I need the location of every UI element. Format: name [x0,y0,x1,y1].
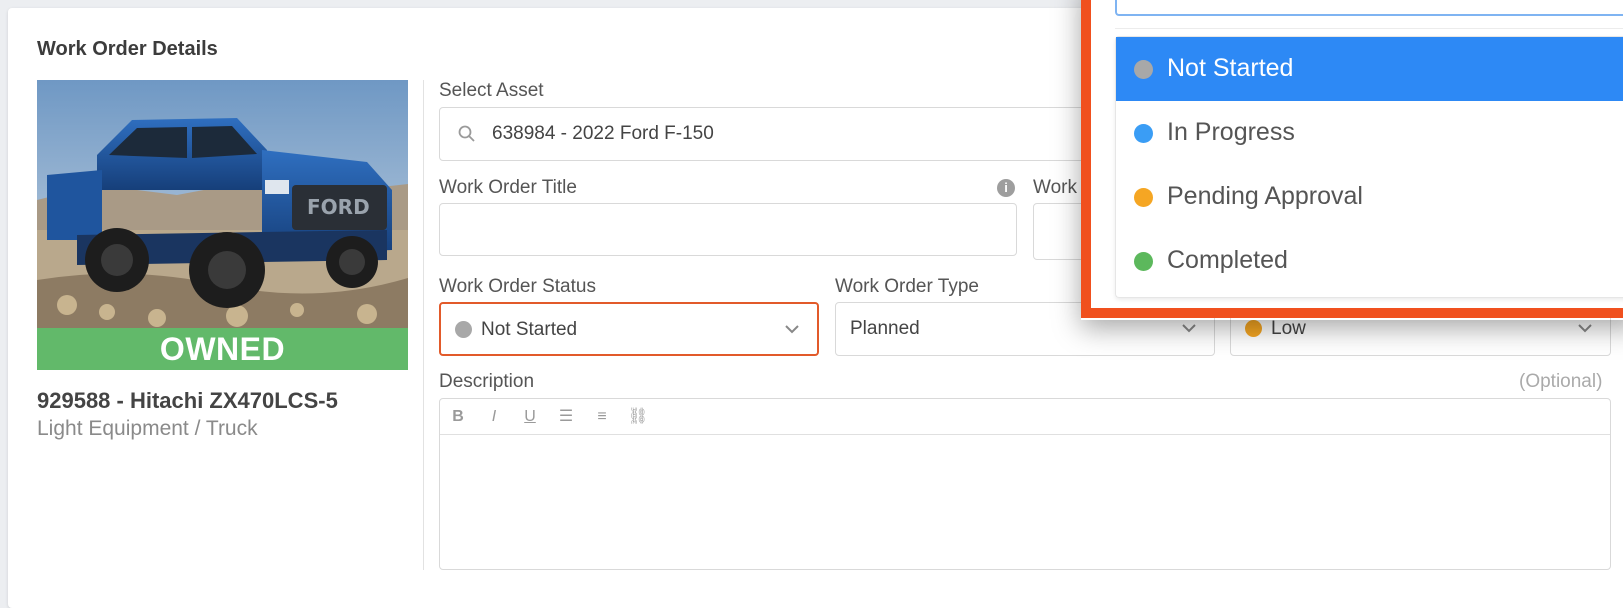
work-order-status-value: Not Started [481,319,578,340]
status-option-completed[interactable]: Completed [1116,229,1623,293]
dropdown-separator [1115,28,1623,29]
page-title: Work Order Details [37,38,218,60]
underline-icon[interactable]: U [518,405,542,429]
work-order-status-label: Work Order Status [439,276,596,297]
chevron-down-icon [1182,324,1196,333]
description-editor[interactable]: B I U ☰ ≡ ⛓ [439,398,1611,570]
priority-dot-icon [1245,320,1262,337]
asset-name: 929588 - Hitachi ZX470LCS-5 [37,388,338,413]
option-label: In Progress [1167,118,1295,146]
editor-toolbar: B I U ☰ ≡ ⛓ [440,399,1610,435]
work-order-title-label: Work Order Title [439,177,577,198]
status-dot-icon [1134,60,1153,79]
status-dot-icon [1134,252,1153,271]
chevron-down-icon [1578,324,1592,333]
dropdown-search-field[interactable] [1115,0,1623,16]
search-icon [458,125,476,148]
status-dot-icon [1134,188,1153,207]
ownership-banner: OWNED [37,328,408,370]
optional-hint: (Optional) [1519,371,1603,392]
option-label: Completed [1167,246,1288,274]
truck-image: FORD [37,80,408,328]
bold-icon[interactable]: B [446,405,470,429]
work-order-title-input[interactable] [439,203,1017,256]
asset-category: Light Equipment / Truck [37,417,258,440]
work-order-type-value: Planned [850,318,920,339]
status-dropdown-list: Not Started In Progress Pending Approval… [1115,36,1623,298]
work-order-type-label: Work Order Type [835,276,979,297]
bullet-list-icon[interactable]: ☰ [554,405,578,429]
panel-divider [423,80,424,570]
work-field-label: Work [1033,177,1077,198]
description-label: Description [439,371,535,392]
option-label: Not Started [1167,54,1294,82]
work-order-status-select[interactable]: Not Started [439,302,819,356]
chevron-down-icon [785,325,799,334]
select-asset-value: 638984 - 2022 Ford F-150 [492,123,714,144]
status-dot-icon [1134,124,1153,143]
link-icon[interactable]: ⛓ [626,405,650,429]
select-asset-label: Select Asset [439,80,544,101]
option-label: Pending Approval [1167,182,1363,210]
numbered-list-icon[interactable]: ≡ [590,405,614,429]
italic-icon[interactable]: I [482,405,506,429]
status-option-in-progress[interactable]: In Progress [1116,101,1623,165]
svg-text:FORD: FORD [307,195,370,219]
asset-photo: FORD [37,80,408,328]
info-icon[interactable]: i [997,179,1015,197]
status-option-not-started[interactable]: Not Started [1116,37,1623,101]
status-dropdown-highlight: Not Started In Progress Pending Approval… [1081,0,1623,318]
status-dot-icon [455,321,472,338]
priority-value: Low [1271,318,1306,339]
status-option-pending-approval[interactable]: Pending Approval [1116,165,1623,229]
